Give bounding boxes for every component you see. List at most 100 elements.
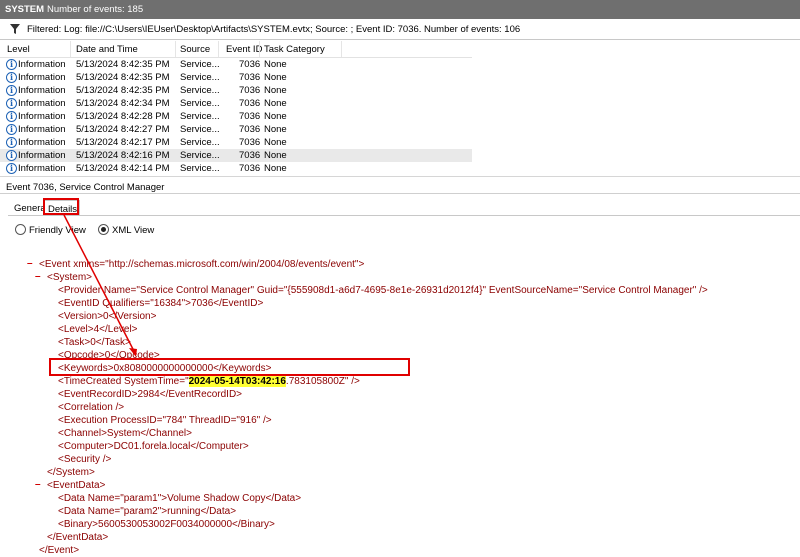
xml-eventdata-open: <EventData> <box>47 480 106 491</box>
cell-level: Information <box>18 59 66 70</box>
cell-date: 5/13/2024 8:42:35 PM <box>76 72 170 83</box>
info-icon: i <box>6 150 17 161</box>
filter-icon <box>10 24 20 34</box>
table-row[interactable]: i Information 5/13/2024 8:42:16 PM Service.… <box>0 149 472 162</box>
xml-task: <Task>0</Task> <box>58 337 131 348</box>
timecreated-value-highlighted: 2024-05-14T03:42:16 <box>188 376 286 387</box>
collapse-toggle[interactable]: – <box>35 479 41 490</box>
cell-level: Information <box>18 111 66 122</box>
info-icon: i <box>6 163 17 174</box>
filter-bar: Filtered: Log: file://C:\Users\IEUser\De… <box>0 19 800 40</box>
xml-view-radio[interactable] <box>98 224 109 235</box>
info-icon: i <box>6 137 17 148</box>
xml-system-open: <System> <box>47 272 93 283</box>
details-tab-highlight <box>43 198 79 215</box>
cell-task-category: None <box>264 163 287 174</box>
info-icon: i <box>6 124 17 135</box>
cell-task-category: None <box>264 150 287 161</box>
xml-computer: <Computer>DC01.forela.local</Computer> <box>58 441 249 452</box>
column-date[interactable]: Date and Time <box>76 44 138 55</box>
column-event-id[interactable]: Event ID <box>226 44 262 55</box>
xml-eventid: <EventID Qualifiers="16384">7036</EventI… <box>58 298 264 309</box>
cell-level: Information <box>18 137 66 148</box>
xml-data-param1: <Data Name="param1">Volume Shadow Copy</… <box>58 493 302 504</box>
info-icon: i <box>6 111 17 122</box>
pane-divider[interactable] <box>0 176 800 177</box>
cell-task-category: None <box>264 85 287 96</box>
tab-baseline <box>8 215 800 216</box>
friendly-view-radio[interactable] <box>15 224 26 235</box>
table-row[interactable]: i Information 5/13/2024 8:42:28 PM Service.… <box>0 110 472 123</box>
xml-view-label: XML View <box>112 225 155 236</box>
cell-level: Information <box>18 150 66 161</box>
xml-system-close: </System> <box>47 467 95 478</box>
cell-level: Information <box>18 85 66 96</box>
cell-task-category: None <box>264 59 287 70</box>
tab-general[interactable]: General <box>11 200 48 214</box>
cell-source: Service... <box>180 124 220 135</box>
cell-event-id: 7036 <box>239 124 261 135</box>
xml-binary: <Binary>5600530053002F0034000000</Binary… <box>58 519 275 530</box>
cell-level: Information <box>18 124 66 135</box>
cell-event-id: 7036 <box>239 137 261 148</box>
cell-date: 5/13/2024 8:42:28 PM <box>76 111 170 122</box>
cell-event-id: 7036 <box>239 72 261 83</box>
xml-eventdata-close: </EventData> <box>47 532 109 543</box>
event-count: Number of events: 185 <box>47 4 144 15</box>
column-level[interactable]: Level <box>7 44 30 55</box>
info-icon: i <box>6 72 17 83</box>
cell-task-category: None <box>264 98 287 109</box>
cell-date: 5/13/2024 8:42:34 PM <box>76 98 170 109</box>
cell-source: Service... <box>180 85 220 96</box>
xml-security: <Security /> <box>58 454 112 465</box>
timecreated-prefix: <TimeCreated SystemTime=" <box>58 376 189 387</box>
cell-date: 5/13/2024 8:42:17 PM <box>76 137 170 148</box>
event-details-title: Event 7036, Service Control Manager <box>6 182 165 193</box>
cell-event-id: 7036 <box>239 150 261 161</box>
cell-event-id: 7036 <box>239 98 261 109</box>
timecreated-highlight <box>49 358 410 376</box>
cell-task-category: None <box>264 72 287 83</box>
xml-execution: <Execution ProcessID="784" ThreadID="916… <box>58 415 272 426</box>
xml-version: <Version>0</Version> <box>58 311 157 322</box>
table-row[interactable]: i Information 5/13/2024 8:42:35 PM Service.… <box>0 58 472 71</box>
xml-correlation: <Correlation /> <box>58 402 125 413</box>
cell-date: 5/13/2024 8:42:35 PM <box>76 85 170 96</box>
cell-source: Service... <box>180 150 220 161</box>
cell-event-id: 7036 <box>239 85 261 96</box>
info-icon: i <box>6 98 17 109</box>
cell-event-id: 7036 <box>239 59 261 70</box>
grid-header: Level Date and Time Source Event ID Task… <box>0 41 472 58</box>
table-row[interactable]: i Information 5/13/2024 8:42:35 PM Service.… <box>0 71 472 84</box>
cell-source: Service... <box>180 72 220 83</box>
cell-level: Information <box>18 163 66 174</box>
collapse-toggle[interactable]: – <box>27 258 33 269</box>
table-row[interactable]: i Information 5/13/2024 8:42:14 PM Service.… <box>0 162 472 175</box>
cell-date: 5/13/2024 8:42:27 PM <box>76 124 170 135</box>
xml-event-close: </Event> <box>39 545 80 556</box>
cell-level: Information <box>18 72 66 83</box>
cell-source: Service... <box>180 98 220 109</box>
cell-event-id: 7036 <box>239 111 261 122</box>
table-row[interactable]: i Information 5/13/2024 8:42:34 PM Service.… <box>0 97 472 110</box>
cell-date: 5/13/2024 8:42:14 PM <box>76 163 170 174</box>
xml-channel: <Channel>System</Channel> <box>58 428 192 439</box>
event-details-header: Event 7036, Service Control Manager <box>0 180 800 194</box>
table-row[interactable]: i Information 5/13/2024 8:42:17 PM Service.… <box>0 136 472 149</box>
cell-task-category: None <box>264 111 287 122</box>
xml-level: <Level>4</Level> <box>58 324 138 335</box>
column-task-category[interactable]: Task Category <box>264 44 325 55</box>
cell-source: Service... <box>180 59 220 70</box>
collapse-toggle[interactable]: – <box>35 271 41 282</box>
cell-task-category: None <box>264 124 287 135</box>
timecreated-suffix: .783105800Z" /> <box>285 376 360 387</box>
cell-date: 5/13/2024 8:42:35 PM <box>76 59 170 70</box>
log-title-bar: SYSTEM Number of events: 185 <box>0 0 800 19</box>
table-row[interactable]: i Information 5/13/2024 8:42:27 PM Service.… <box>0 123 472 136</box>
table-row[interactable]: i Information 5/13/2024 8:42:35 PM Service.… <box>0 84 472 97</box>
info-icon: i <box>6 85 17 96</box>
info-icon: i <box>6 59 17 70</box>
filter-text: Filtered: Log: file://C:\Users\IEUser\De… <box>27 24 521 35</box>
cell-source: Service... <box>180 163 220 174</box>
column-source[interactable]: Source <box>180 44 210 55</box>
